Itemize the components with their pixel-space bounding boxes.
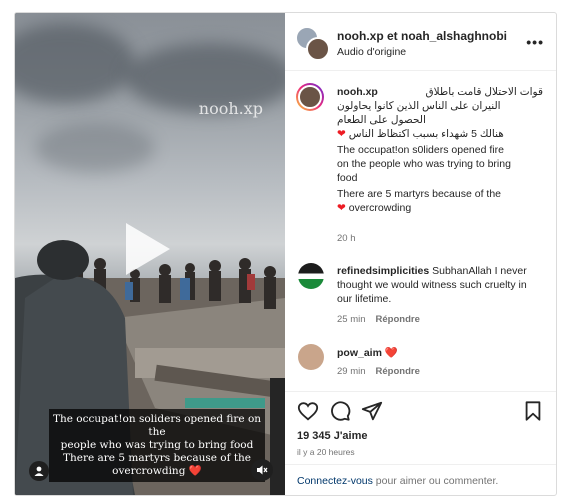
comment-body: ❤️ <box>384 347 398 359</box>
login-text: Connectez-vous pour aimer ou commenter. <box>297 475 498 487</box>
comment-meta: 25 min Répondre <box>337 314 420 325</box>
caption-line: There are 5 martyrs because of the <box>62 452 252 464</box>
caption-line: people who was trying to bring food <box>60 439 254 451</box>
action-bar: 19 345 J'aime il y a 20 heures Connectez… <box>285 391 556 495</box>
cloud <box>35 123 155 173</box>
audio-link[interactable]: Audio d'origine <box>337 46 406 58</box>
avatar[interactable] <box>298 263 324 289</box>
text-line: ❤ overcrowding <box>337 201 543 215</box>
play-icon[interactable] <box>126 223 170 275</box>
video-player[interactable]: nooh.xp The occupat!on soliders opened f… <box>15 13 285 495</box>
reply-button[interactable]: Répondre <box>376 366 420 377</box>
bookmark-icon[interactable] <box>522 400 544 422</box>
arabic-text: النيران على الناس الذين كانوا يحاولون <box>337 100 501 112</box>
text-span: overcrowding <box>348 202 412 214</box>
text-line: There are 5 martyrs because of the <box>337 188 501 200</box>
avatar[interactable] <box>296 27 330 61</box>
comment-username[interactable]: nooh.xp <box>337 85 378 99</box>
avatar[interactable] <box>298 344 324 370</box>
comments-list: nooh.xp قوات الاحتلال قامت باطلاق النيرا… <box>285 71 556 391</box>
post-details-panel: nooh.xp et noah_alshaghnobi Audio d'orig… <box>285 13 556 495</box>
comment-username[interactable]: refinedsimplicities <box>337 265 429 277</box>
watermark-text: nooh.xp <box>198 99 263 118</box>
avatar[interactable] <box>296 83 324 111</box>
reply-button[interactable]: Répondre <box>376 314 420 325</box>
mute-icon[interactable] <box>251 459 273 481</box>
instagram-post: nooh.xp The occupat!on soliders opened f… <box>14 12 557 496</box>
caption-line: overcrowding ❤️ <box>112 465 202 477</box>
author-names[interactable]: nooh.xp et noah_alshaghnobi <box>337 29 507 43</box>
more-options-icon[interactable]: ••• <box>526 34 544 50</box>
comment-username[interactable]: pow_aim <box>337 347 382 359</box>
comment-icon[interactable] <box>329 400 351 422</box>
arabic-text: الحصول على الطعام <box>337 114 426 126</box>
comment-time[interactable]: 25 min <box>337 314 366 325</box>
text-line: The occupat!on s0liders opened fire <box>337 144 504 156</box>
like-heart-icon[interactable] <box>297 400 319 422</box>
login-rest-text: pour aimer ou commenter. <box>372 475 499 487</box>
comment-time[interactable]: 29 min <box>337 366 366 377</box>
text-line: food <box>337 172 358 184</box>
login-prompt: Connectez-vous pour aimer ou commenter. <box>285 464 556 495</box>
comment-meta: 29 min Répondre <box>337 366 420 377</box>
login-link[interactable]: Connectez-vous <box>297 475 373 487</box>
comment-text: refinedsimplicities SubhanAllah I never … <box>337 264 537 306</box>
text-line: on the people who was trying to bring <box>337 158 511 170</box>
heart-emoji-icon: ❤ <box>337 128 346 140</box>
user-tag-icon[interactable] <box>29 461 49 481</box>
share-send-icon[interactable] <box>361 400 383 422</box>
post-timestamp[interactable]: il y a 20 heures <box>297 447 355 457</box>
video-caption: The occupat!on soliders opened fire on t… <box>49 409 265 482</box>
arabic-text: هنالك 5 شهداء بسبب اكتظاظ الناس <box>348 128 504 140</box>
comment-time[interactable]: 20 h <box>337 233 356 244</box>
comment-text: pow_aim ❤️ <box>337 346 537 360</box>
english-text: The occupat!on s0liders opened fire on t… <box>337 143 543 215</box>
arabic-line-with-heart: ❤ هنالك 5 شهداء بسبب اكتظاظ الناس <box>337 127 504 141</box>
like-count[interactable]: 19 345 J'aime <box>297 430 368 442</box>
arabic-text: قوات الاحتلال قامت باطلاق <box>425 86 544 98</box>
post-header: nooh.xp et noah_alshaghnobi Audio d'orig… <box>285 13 556 71</box>
caption-line: The occupat!on soliders opened fire on t… <box>52 413 262 438</box>
heart-emoji-icon: ❤ <box>337 202 346 214</box>
